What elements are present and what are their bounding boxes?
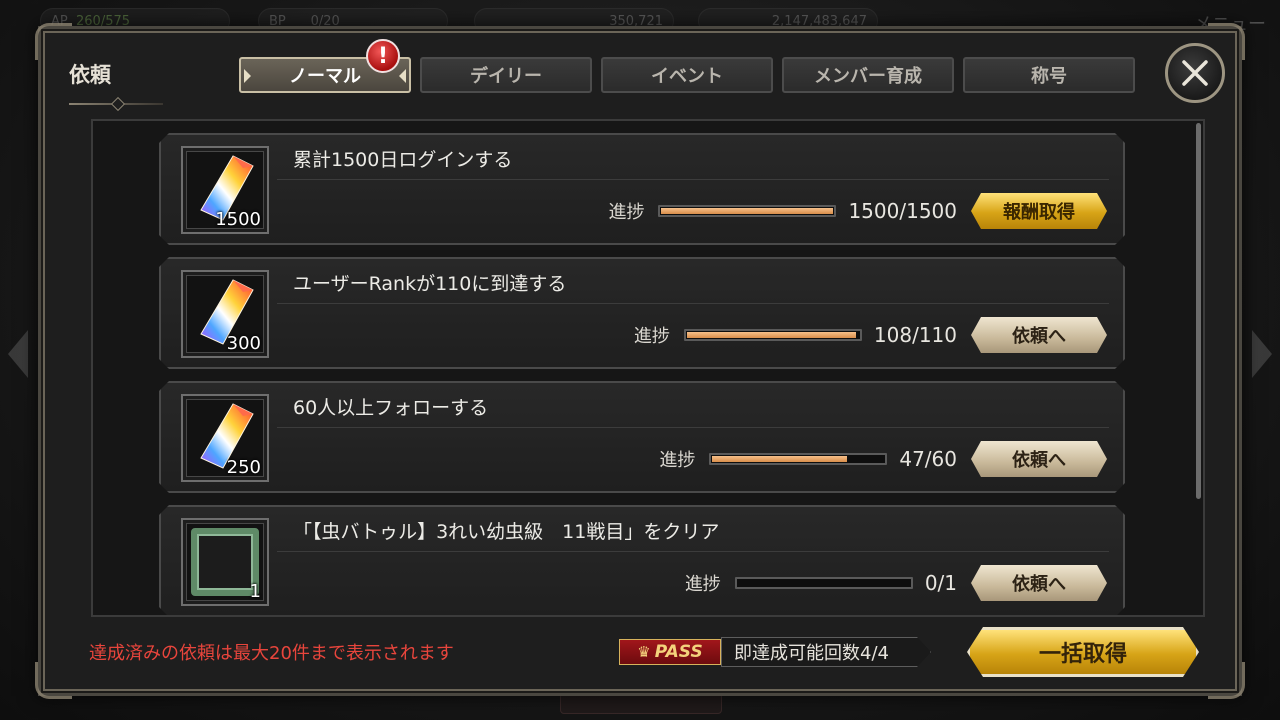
progress-fill <box>712 456 846 462</box>
progress-label: 進捗 <box>633 326 670 347</box>
progress-bar <box>709 453 887 465</box>
reward-quantity: 1 <box>249 581 261 602</box>
reward-quantity: 1500 <box>215 209 261 230</box>
bg-left-arrow-icon <box>8 330 28 378</box>
tab-member-training[interactable]: メンバー育成 <box>782 57 954 93</box>
instant-clear-count: 即達成可能回数4/4 <box>721 637 931 667</box>
tab-label: デイリー <box>470 66 542 87</box>
tab-label: メンバー育成 <box>814 66 922 87</box>
pass-badge: ♛ PASS <box>619 639 721 665</box>
tab-label: ノーマル <box>289 66 361 87</box>
tab-right-arrow-icon <box>399 69 406 83</box>
quest-card: 250 60人以上フォローする 進捗 47/60 依頼へ <box>159 381 1125 493</box>
quest-panel: 依頼 ノーマル デイリー イベント メンバー育成 称号 ! 1500 累計150… <box>35 23 1245 699</box>
reward-icon-frame: 1 <box>181 518 269 606</box>
crown-icon: ♛ <box>637 643 651 661</box>
close-button[interactable] <box>1165 43 1225 103</box>
pass-label: PASS <box>654 642 703 662</box>
progress-value: 108/110 <box>873 323 957 347</box>
quest-title: ユーザーRankが110に到達する <box>293 273 567 295</box>
progress-label: 進捗 <box>684 574 721 595</box>
title-ornament <box>69 103 163 105</box>
claim-reward-button[interactable]: 報酬取得 <box>971 193 1107 229</box>
tab-left-arrow-icon <box>244 69 251 83</box>
quest-card: 1500 累計1500日ログインする 進捗 1500/1500 報酬取得 <box>159 133 1125 245</box>
panel-corner-ornament <box>1208 662 1245 699</box>
reward-quantity: 300 <box>226 333 261 354</box>
card-divider <box>277 179 1109 180</box>
tab-titles[interactable]: 称号 <box>963 57 1135 93</box>
quest-title: 60人以上フォローする <box>293 397 489 419</box>
progress-row: 進捗 47/60 依頼へ <box>659 441 1107 477</box>
progress-label: 進捗 <box>659 450 696 471</box>
tab-label: イベント <box>651 66 723 87</box>
card-divider <box>277 427 1109 428</box>
close-x-icon <box>1182 60 1208 86</box>
claim-all-button[interactable]: 一括取得 <box>967 627 1199 677</box>
footer-note: 達成済みの依頼は最大20件まで表示されます <box>89 643 454 664</box>
progress-row: 進捗 0/1 依頼へ <box>685 565 1107 601</box>
progress-bar <box>658 205 836 217</box>
quest-list[interactable]: 1500 累計1500日ログインする 進捗 1500/1500 報酬取得 300… <box>91 119 1205 617</box>
alert-badge-icon: ! <box>366 39 400 73</box>
tab-event[interactable]: イベント <box>601 57 773 93</box>
progress-value: 1500/1500 <box>848 199 957 223</box>
panel-corner-ornament <box>35 23 72 60</box>
go-to-quest-button[interactable]: 依頼へ <box>971 317 1107 353</box>
panel-title: 依頼 <box>69 63 111 87</box>
progress-fill <box>687 332 856 338</box>
reward-quantity: 250 <box>226 457 261 478</box>
quest-card: 1 「【虫バトゥル】3れい幼虫級 11戦目」をクリア 進捗 0/1 依頼へ <box>159 505 1125 617</box>
reward-icon-frame: 250 <box>181 394 269 482</box>
progress-row: 進捗 108/110 依頼へ <box>634 317 1107 353</box>
quest-card: 300 ユーザーRankが110に到達する 進捗 108/110 依頼へ <box>159 257 1125 369</box>
card-divider <box>277 551 1109 552</box>
bg-right-arrow-icon <box>1252 330 1272 378</box>
progress-fill <box>661 208 833 214</box>
panel-corner-ornament <box>35 662 72 699</box>
go-to-quest-button[interactable]: 依頼へ <box>971 565 1107 601</box>
tab-label: 称号 <box>1031 66 1067 87</box>
quest-title: 累計1500日ログインする <box>293 149 513 171</box>
reward-icon-frame: 1500 <box>181 146 269 234</box>
reward-icon-frame: 300 <box>181 270 269 358</box>
progress-label: 進捗 <box>608 202 645 223</box>
tab-daily[interactable]: デイリー <box>420 57 592 93</box>
progress-value: 0/1 <box>924 571 957 595</box>
go-to-quest-button[interactable]: 依頼へ <box>971 441 1107 477</box>
quest-title: 「【虫バトゥル】3れい幼虫級 11戦目」をクリア <box>293 521 720 543</box>
card-divider <box>277 303 1109 304</box>
progress-row: 進捗 1500/1500 報酬取得 <box>608 193 1107 229</box>
progress-bar <box>684 329 862 341</box>
list-scrollbar[interactable] <box>1196 123 1201 499</box>
progress-value: 47/60 <box>899 447 957 471</box>
progress-bar <box>735 577 913 589</box>
